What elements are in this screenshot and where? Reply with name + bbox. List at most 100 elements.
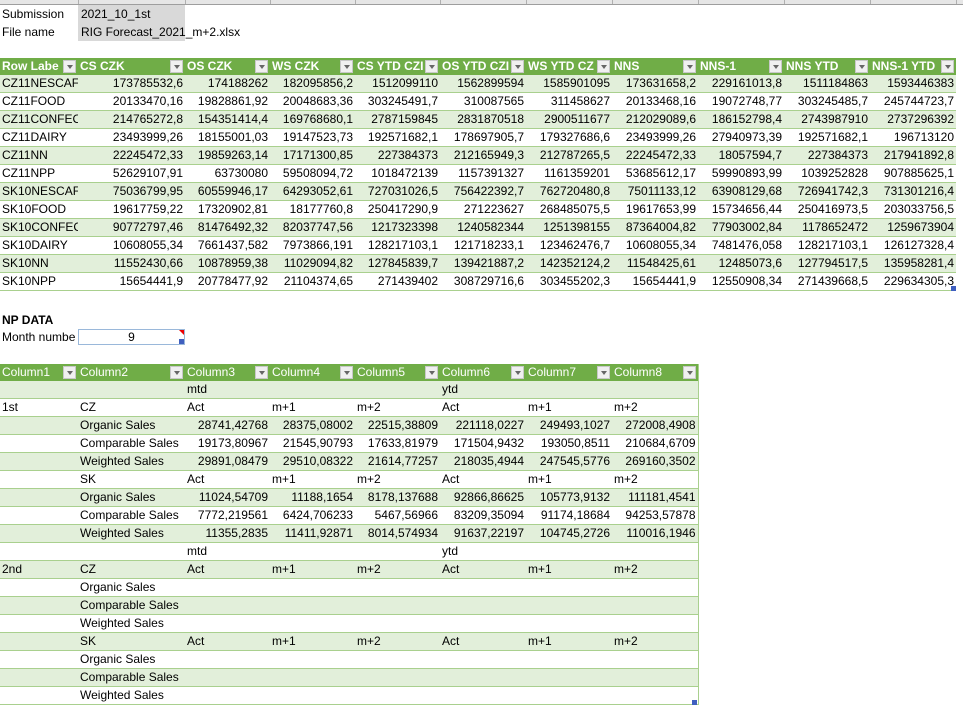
filename-value-cell[interactable]: RIG Forecast_2021_m+2.xlsx: [78, 23, 278, 41]
table-cell[interactable]: m+2: [355, 470, 440, 489]
table-cell[interactable]: 7661437,582: [185, 236, 270, 255]
table-cell[interactable]: 268485075,5: [526, 200, 612, 219]
table-cell[interactable]: Comparable Sales: [78, 668, 185, 687]
table-cell[interactable]: 227384373: [784, 146, 870, 165]
table-cell[interactable]: 91174,18684: [526, 506, 612, 525]
table-cell[interactable]: 82037747,56: [270, 218, 355, 237]
table-cell[interactable]: 28375,08002: [270, 416, 355, 435]
table-cell[interactable]: m+1: [270, 632, 355, 651]
filter-dropdown-icon[interactable]: [511, 60, 524, 73]
table-cell[interactable]: 28741,42768: [185, 416, 270, 435]
table-cell[interactable]: [612, 686, 698, 705]
table-cell[interactable]: 20133470,16: [78, 92, 185, 111]
table-cell[interactable]: [440, 686, 526, 705]
table-cell[interactable]: 210684,6709: [612, 434, 698, 453]
row-label-cell[interactable]: SK10NESCAFE: [0, 182, 78, 201]
table-cell[interactable]: m+2: [355, 632, 440, 651]
table-cell[interactable]: 1178652472: [784, 218, 870, 237]
table-cell[interactable]: [355, 578, 440, 597]
table-cell[interactable]: Act: [440, 470, 526, 489]
table-cell[interactable]: Organic Sales: [78, 650, 185, 669]
table-cell[interactable]: mtd: [185, 381, 270, 399]
row-label-cell[interactable]: SK10DAIRY: [0, 236, 78, 255]
table-cell[interactable]: m+2: [355, 398, 440, 417]
table-cell[interactable]: 60559946,17: [185, 182, 270, 201]
table-cell[interactable]: 1039252828: [784, 164, 870, 183]
table-cell[interactable]: m+1: [270, 470, 355, 489]
table-cell[interactable]: 126127328,4: [870, 236, 956, 255]
table-cell[interactable]: 19147523,73: [270, 128, 355, 147]
table-cell[interactable]: 22245472,33: [78, 146, 185, 165]
table-cell[interactable]: 22515,38809: [355, 416, 440, 435]
table-cell[interactable]: 11552430,66: [78, 254, 185, 273]
row-label-cell[interactable]: [0, 434, 78, 453]
table-cell[interactable]: 247545,5776: [526, 452, 612, 471]
table-cell[interactable]: 59990893,99: [698, 164, 784, 183]
row-label-cell[interactable]: [0, 416, 78, 435]
table-cell[interactable]: 7772,219561: [185, 506, 270, 525]
table-cell[interactable]: 23493999,26: [612, 128, 698, 147]
table-cell[interactable]: 18155001,03: [185, 128, 270, 147]
table-cell[interactable]: Comparable Sales: [78, 434, 185, 453]
row-label-cell[interactable]: [0, 470, 78, 489]
table-cell[interactable]: 1259673904: [870, 218, 956, 237]
table-cell[interactable]: 22245472,33: [612, 146, 698, 165]
table-cell[interactable]: 142352124,2: [526, 254, 612, 273]
table-cell[interactable]: 63908129,68: [698, 182, 784, 201]
row-label-cell[interactable]: [0, 650, 78, 669]
table-cell[interactable]: 1511184863: [784, 75, 870, 93]
filter-dropdown-icon[interactable]: [682, 366, 696, 379]
table-cell[interactable]: [270, 686, 355, 705]
row-label-cell[interactable]: [0, 686, 78, 705]
table-cell[interactable]: [612, 650, 698, 669]
table-cell[interactable]: [612, 381, 698, 399]
table-cell[interactable]: [355, 381, 440, 399]
table-cell[interactable]: 2743987910: [784, 110, 870, 129]
table-cell[interactable]: 218035,4944: [440, 452, 526, 471]
table-cell[interactable]: m+2: [612, 632, 698, 651]
table-cell[interactable]: 178697905,7: [440, 128, 526, 147]
table-cell[interactable]: [270, 578, 355, 597]
table-cell[interactable]: 20048683,36: [270, 92, 355, 111]
table-cell[interactable]: 12485073,6: [698, 254, 784, 273]
row-label-cell[interactable]: CZ11NESCAFE: [0, 75, 78, 93]
table-cell[interactable]: [355, 614, 440, 633]
table-cell[interactable]: Weighted Sales: [78, 452, 185, 471]
table-cell[interactable]: 245744723,7: [870, 92, 956, 111]
table-cell[interactable]: 756422392,7: [440, 182, 526, 201]
column-header[interactable]: Column4: [270, 364, 355, 381]
table-cell[interactable]: 229161013,8: [698, 75, 784, 93]
table-cell[interactable]: [612, 668, 698, 687]
table-cell[interactable]: 105773,9132: [526, 488, 612, 507]
table-cell[interactable]: 154351414,4: [185, 110, 270, 129]
table-cell[interactable]: m+1: [270, 560, 355, 579]
table-cell[interactable]: 174188262: [185, 75, 270, 93]
table-cell[interactable]: 212165949,3: [440, 146, 526, 165]
table-cell[interactable]: m+1: [526, 632, 612, 651]
filter-dropdown-icon[interactable]: [63, 366, 76, 379]
row-label-cell[interactable]: [0, 506, 78, 525]
table-cell[interactable]: [526, 381, 612, 399]
table-cell[interactable]: 1512099110: [355, 75, 440, 93]
table-cell[interactable]: 21545,90793: [270, 434, 355, 453]
table-cell[interactable]: [440, 614, 526, 633]
table-cell[interactable]: 10608055,34: [78, 236, 185, 255]
table-cell[interactable]: 272008,4908: [612, 416, 698, 435]
table-cell[interactable]: m+2: [612, 560, 698, 579]
table-cell[interactable]: [355, 596, 440, 615]
filter-dropdown-icon[interactable]: [255, 60, 268, 73]
row-label-cell[interactable]: [0, 381, 78, 399]
table-cell[interactable]: 1157391327: [440, 164, 526, 183]
table-cell[interactable]: [270, 650, 355, 669]
table-cell[interactable]: 2737296392: [870, 110, 956, 129]
table-cell[interactable]: 19859263,14: [185, 146, 270, 165]
table-cell[interactable]: 1240582344: [440, 218, 526, 237]
table-cell[interactable]: [78, 381, 185, 399]
table-cell[interactable]: 127845839,7: [355, 254, 440, 273]
filter-dropdown-icon[interactable]: [597, 60, 610, 73]
table-cell[interactable]: ytd: [440, 542, 526, 561]
table-cell[interactable]: 214765272,8: [78, 110, 185, 129]
table-cell[interactable]: 111181,4541: [612, 488, 698, 507]
table-cell[interactable]: [355, 542, 440, 561]
row-label-cell[interactable]: [0, 668, 78, 687]
